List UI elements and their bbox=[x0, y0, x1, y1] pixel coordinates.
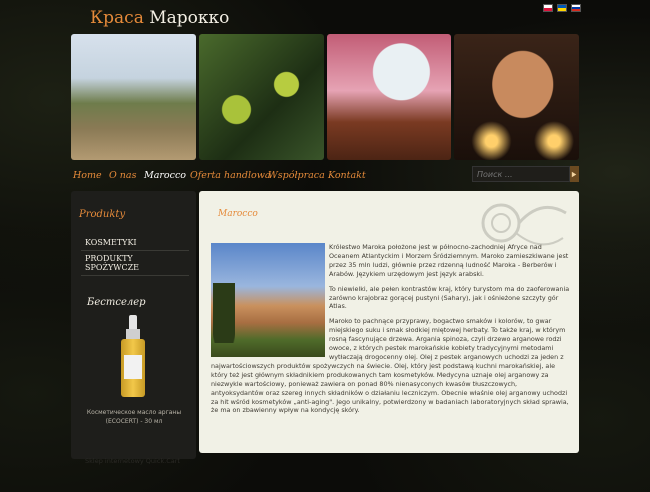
search-input[interactable] bbox=[472, 166, 570, 182]
logo-word-1: Краса bbox=[90, 8, 144, 28]
nav-home[interactable]: Home bbox=[73, 170, 102, 181]
ukrainian-flag-icon[interactable] bbox=[557, 4, 567, 12]
bestseller-product-link[interactable]: Косметическое масло арганы (ECOCERT) - 3… bbox=[75, 408, 193, 426]
nav-marocco[interactable]: Marocco bbox=[144, 170, 186, 181]
sidebar-title: Produkty bbox=[79, 209, 126, 220]
nav-oferta-handlowa[interactable]: Oferta handlowa bbox=[190, 170, 271, 181]
page-title: Marocco bbox=[218, 209, 258, 219]
bestseller-title: Бестселер bbox=[87, 297, 146, 308]
search-button[interactable] bbox=[570, 166, 579, 182]
russian-flag-icon[interactable] bbox=[571, 4, 581, 12]
rose-petals-photo bbox=[326, 34, 452, 160]
language-switcher bbox=[543, 4, 581, 12]
arrow-right-icon bbox=[571, 171, 577, 177]
argan-fruit-photo bbox=[198, 34, 324, 160]
article-text: Królestwo Maroka położone jest w północn… bbox=[211, 243, 571, 421]
site-logo[interactable]: Краса Марокко bbox=[90, 8, 229, 28]
nav-o-nas[interactable]: O nas bbox=[109, 170, 136, 181]
footer-credit[interactable]: Sklep internetowy Quick.Cart bbox=[85, 457, 180, 465]
header-photo-strip bbox=[71, 34, 579, 160]
main-content: Marocco Królestwo Maroka położone jest w… bbox=[199, 191, 579, 453]
category-menu: KOSMETYKI PRODUKTY SPOŻYWCZE bbox=[81, 235, 189, 276]
nav-wspolpraca[interactable]: Współpraca bbox=[268, 170, 325, 181]
search-box bbox=[472, 166, 579, 182]
sidebar: Produkty KOSMETYKI PRODUKTY SPOŻYWCZE Бе… bbox=[71, 191, 196, 459]
logo-word-2: Марокко bbox=[149, 8, 230, 28]
spa-woman-photo bbox=[454, 34, 579, 160]
sidebar-item-produkty-spozywcze[interactable]: PRODUKTY SPOŻYWCZE bbox=[81, 251, 189, 276]
polish-flag-icon[interactable] bbox=[543, 4, 553, 12]
sidebar-item-kosmetyki[interactable]: KOSMETYKI bbox=[81, 235, 189, 251]
bestseller-product-image[interactable] bbox=[119, 315, 147, 401]
nav-kontakt[interactable]: Kontakt bbox=[328, 170, 366, 181]
argan-tree-photo bbox=[71, 34, 196, 160]
